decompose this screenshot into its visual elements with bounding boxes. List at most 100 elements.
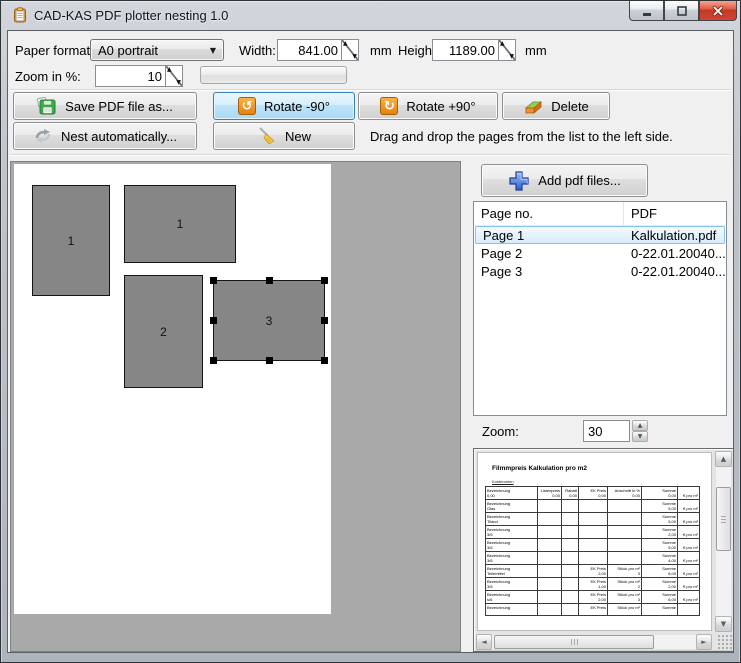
preview-cell <box>579 513 608 526</box>
preview-row: Bezeichnung 3/6Summe 2,00 € pro m² <box>486 526 700 539</box>
preview-cell: Bezeichnung 3/6 <box>486 552 538 565</box>
preview-zoom-input[interactable] <box>583 420 630 442</box>
scroll-down-button[interactable]: ▼ <box>715 616 732 632</box>
zoom-progress-bar[interactable] <box>200 66 347 84</box>
selection-handle[interactable] <box>266 357 273 364</box>
preview-cell <box>538 591 562 604</box>
list-item-page-3[interactable]: Page 3 0-22.01.20040... <box>474 262 726 280</box>
preview-row: Bezeichnung 3/6Summe 5,00 € pro m² <box>486 539 700 552</box>
preview-cell <box>538 513 562 526</box>
selection-handle[interactable] <box>210 277 217 284</box>
caption-buttons <box>629 1 737 22</box>
drag-drop-hint: Drag and drop the pages from the list to… <box>370 129 673 144</box>
scroll-right-button[interactable]: ► <box>696 634 712 650</box>
save-pdf-button[interactable]: Save PDF file as... <box>13 92 197 120</box>
preview-cell <box>538 552 562 565</box>
width-unit: mm <box>370 43 392 58</box>
paper-format-select[interactable]: A0 portrait ▼ <box>90 39 224 61</box>
preview-cell: Summe 0,00 <box>642 487 678 500</box>
minimize-button[interactable] <box>629 1 664 21</box>
eraser-icon <box>523 98 543 115</box>
preview-cell <box>579 526 608 539</box>
preview-cell: Stück pro m² 2 <box>608 578 642 591</box>
delete-button[interactable]: Delete <box>502 92 610 120</box>
preview-row: Bezeichnung s/6EK Preis 2,00Stück pro m²… <box>486 591 700 604</box>
scroll-left-button[interactable]: ◄ <box>476 634 492 650</box>
plus-icon <box>508 170 530 192</box>
rotate-cw-button[interactable]: ↻ Rotate +90° <box>358 92 498 120</box>
preview-row: Bezeichnung TilandSumme 5,00 € pro m² <box>486 513 700 526</box>
preview-cell <box>562 552 579 565</box>
separator <box>10 89 731 91</box>
preview-cell <box>579 552 608 565</box>
preview-cell: € pro m² <box>678 578 700 591</box>
column-pdf[interactable]: PDF <box>624 206 657 221</box>
preview-cell <box>608 513 642 526</box>
close-icon <box>711 4 725 18</box>
resize-grip[interactable] <box>718 635 733 650</box>
pages-list[interactable]: Page no. PDF Page 1 Kalkulation.pdf Page… <box>473 201 727 416</box>
vscroll-thumb[interactable] <box>716 487 731 551</box>
width-spinner[interactable]: ▲ ▼ <box>341 40 358 60</box>
selection-handle[interactable] <box>266 277 273 284</box>
rotate-ccw-button[interactable]: ↺ Rotate -90° <box>213 92 355 120</box>
height-spinner[interactable]: ▲ ▼ <box>498 40 515 60</box>
placed-page-1[interactable]: 1 <box>32 185 110 296</box>
preview-cell: Bezeichnung Tiland <box>486 513 538 526</box>
preview-cell <box>562 539 579 552</box>
list-header[interactable]: Page no. PDF <box>474 202 726 226</box>
thumb-grip <box>571 639 578 645</box>
preview-cell <box>562 565 579 578</box>
preview-cell <box>562 591 579 604</box>
preview-cell: Anschnitt in % 0,00 <box>608 487 642 500</box>
hscroll-thumb[interactable] <box>494 635 654 649</box>
preview-cell: Summe 5,00 <box>642 539 678 552</box>
selection-handle[interactable] <box>321 277 328 284</box>
new-button[interactable]: New <box>213 122 355 150</box>
preview-cell: Bezeichnung s/6 <box>486 591 538 604</box>
nest-automatically-button[interactable]: Nest automatically... <box>13 122 197 150</box>
preview-cell: Listenpreis 0,00 <box>538 487 562 500</box>
add-pdf-files-button[interactable]: Add pdf files... <box>481 164 648 197</box>
preview-cell: Summe <box>642 604 678 616</box>
selection-handle[interactable] <box>210 317 217 324</box>
spin-down-icon: ▼ <box>352 53 357 60</box>
width-input[interactable] <box>278 40 341 60</box>
preview-cell: EK Preis 1,00 <box>579 578 608 591</box>
scroll-up-button[interactable]: ▲ <box>715 451 732 467</box>
selection-handle[interactable] <box>210 357 217 364</box>
down-arrow-button[interactable]: ▼ <box>632 431 648 442</box>
title-bar[interactable]: CAD-KAS PDF plotter nesting 1.0 <box>1 1 740 30</box>
spin-up-icon: ▲ <box>167 66 172 73</box>
preview-cell: EK Preis 0,00 <box>579 487 608 500</box>
width-label: Width: <box>239 43 276 58</box>
column-page-no[interactable]: Page no. <box>474 202 624 225</box>
placed-page-2[interactable]: 1 <box>124 185 236 263</box>
up-arrow-button[interactable]: ▲ <box>632 420 648 431</box>
preview-cell: € pro m² <box>678 487 700 500</box>
minimize-icon <box>640 4 654 18</box>
preview-cell: Rabatt 0,00 <box>562 487 579 500</box>
selection-handle[interactable] <box>321 357 328 364</box>
zoom-percent-input[interactable] <box>96 66 165 86</box>
list-item-page-2[interactable]: Page 2 0-22.01.20040... <box>474 244 726 262</box>
zoom-percent-spinner[interactable]: ▲ ▼ <box>165 66 182 86</box>
preview-cell: Summe 6,00 <box>642 591 678 604</box>
maximize-button[interactable] <box>664 1 699 21</box>
placed-page-4-selected[interactable]: 3 <box>213 280 325 361</box>
app-window: CAD-KAS PDF plotter nesting 1.0 Paper fo… <box>0 0 741 663</box>
thumb-grip <box>721 516 726 523</box>
maximize-icon <box>675 4 689 18</box>
broom-icon <box>257 126 277 146</box>
height-input[interactable] <box>433 40 498 60</box>
preview-cell: € pro m² <box>678 565 700 578</box>
selection-handle[interactable] <box>321 317 328 324</box>
nesting-canvas[interactable]: 1 1 2 3 <box>10 161 461 652</box>
preview-cell <box>608 552 642 565</box>
width-field: ▲ ▼ <box>277 39 359 61</box>
close-button[interactable] <box>699 1 737 21</box>
list-item-page-1[interactable]: Page 1 Kalkulation.pdf <box>475 226 725 244</box>
placed-page-3[interactable]: 2 <box>124 275 203 388</box>
preview-row: Bezeichnung TeilemittelEK Preis 2,00Stüc… <box>486 565 700 578</box>
rotate-cw-icon: ↻ <box>380 97 398 115</box>
